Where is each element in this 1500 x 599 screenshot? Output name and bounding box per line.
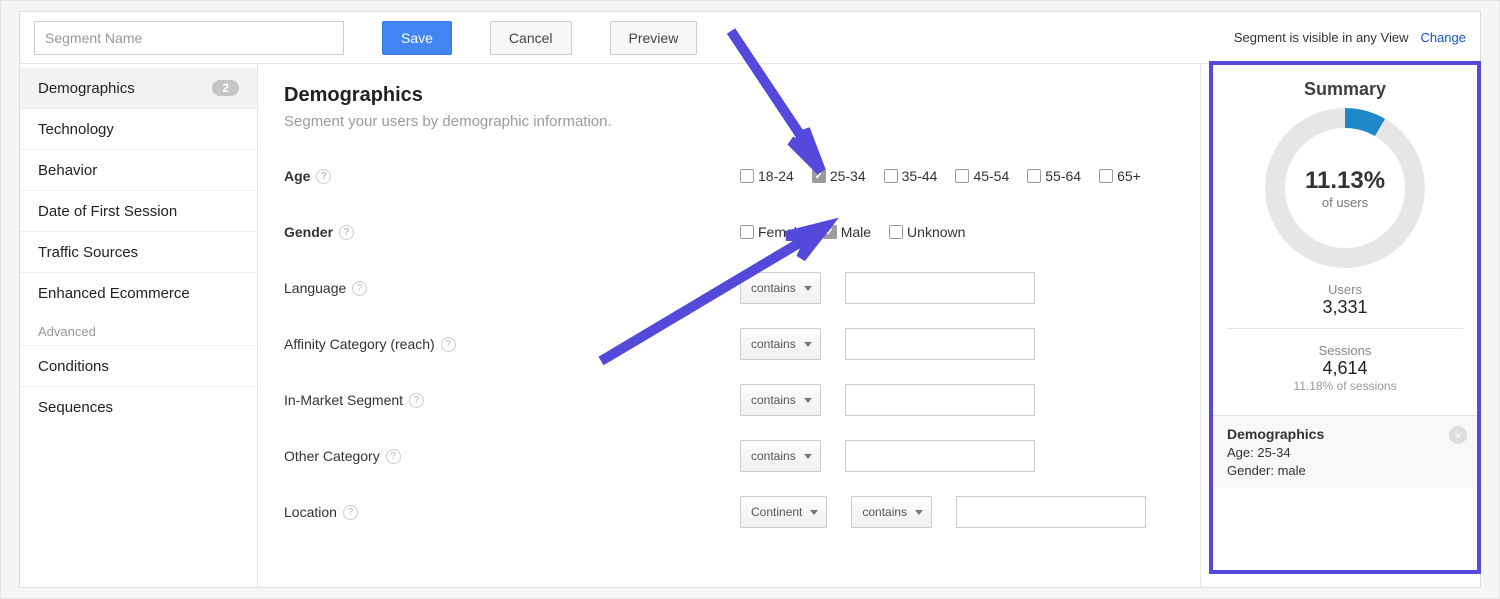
affinity-label: Affinity Category (reach) ?	[284, 336, 484, 352]
chevron-down-icon	[804, 342, 812, 347]
age-65-plus[interactable]: 65+	[1099, 168, 1141, 184]
row-affinity: Affinity Category (reach) ? contains	[284, 322, 1200, 366]
sidebar-group-advanced: Advanced	[20, 314, 257, 346]
segment-name-input[interactable]	[34, 21, 344, 55]
other-label: Other Category ?	[284, 448, 484, 464]
chevron-down-icon	[804, 454, 812, 459]
summary-sessions: Sessions 4,614 11.18% of sessions	[1227, 343, 1463, 393]
sidebar-item-label: Traffic Sources	[38, 244, 138, 261]
sidebar-item-label: Behavior	[38, 162, 97, 179]
preview-button[interactable]: Preview	[610, 21, 698, 55]
help-icon[interactable]: ?	[409, 393, 424, 408]
summary-percent-sub: of users	[1322, 195, 1368, 210]
gender-options: Female ✓Male Unknown	[740, 224, 965, 240]
remove-filter-icon[interactable]: ×	[1449, 426, 1467, 444]
save-button[interactable]: Save	[382, 21, 452, 55]
language-operator-dropdown[interactable]: contains	[740, 272, 821, 304]
age-label: Age ?	[284, 168, 484, 184]
chevron-down-icon	[804, 398, 812, 403]
section-title: Demographics	[284, 84, 1200, 107]
sidebar-item-first-session[interactable]: Date of First Session	[20, 191, 257, 232]
sidebar-item-demographics[interactable]: Demographics 2	[20, 68, 257, 109]
change-visibility-link[interactable]: Change	[1420, 30, 1466, 45]
sidebar-item-label: Sequences	[38, 399, 113, 416]
main-panel: Demographics Segment your users by demog…	[258, 64, 1200, 587]
help-icon[interactable]: ?	[339, 225, 354, 240]
age-18-24[interactable]: 18-24	[740, 168, 794, 184]
other-value-input[interactable]	[845, 440, 1035, 472]
age-45-54[interactable]: 45-54	[955, 168, 1009, 184]
sidebar-item-behavior[interactable]: Behavior	[20, 150, 257, 191]
sidebar-item-technology[interactable]: Technology	[20, 109, 257, 150]
sidebar-badge: 2	[212, 80, 239, 96]
sidebar-item-conditions[interactable]: Conditions	[20, 346, 257, 387]
section-subtitle: Segment your users by demographic inform…	[284, 113, 1200, 130]
row-age: Age ? 18-24 ✓25-34 35-44 45-54 55-64 65+	[284, 154, 1200, 198]
gender-female[interactable]: Female	[740, 224, 805, 240]
affinity-value-input[interactable]	[845, 328, 1035, 360]
location-type-dropdown[interactable]: Continent	[740, 496, 827, 528]
summary-percent: 11.13%	[1305, 167, 1385, 195]
summary-filter-demographics: × Demographics Age: 25-34 Gender: male	[1213, 415, 1477, 488]
sidebar-item-label: Enhanced Ecommerce	[38, 285, 190, 302]
filter-gender-line: Gender: male	[1227, 463, 1463, 478]
gender-male[interactable]: ✓Male	[823, 224, 871, 240]
row-location: Location ? Continent contains	[284, 490, 1200, 534]
sidebar-item-sequences[interactable]: Sequences	[20, 387, 257, 428]
row-other: Other Category ? contains	[284, 434, 1200, 478]
inmarket-label: In-Market Segment ?	[284, 392, 484, 408]
gender-unknown[interactable]: Unknown	[889, 224, 965, 240]
sidebar: Demographics 2 Technology Behavior Date …	[20, 64, 258, 587]
help-icon[interactable]: ?	[316, 169, 331, 184]
sidebar-item-label: Date of First Session	[38, 203, 177, 220]
sidebar-item-enhanced-ecommerce[interactable]: Enhanced Ecommerce	[20, 273, 257, 314]
other-operator-dropdown[interactable]: contains	[740, 440, 821, 472]
help-icon[interactable]: ?	[352, 281, 367, 296]
chevron-down-icon	[804, 286, 812, 291]
sidebar-item-traffic-sources[interactable]: Traffic Sources	[20, 232, 257, 273]
language-label: Language ?	[284, 280, 484, 296]
location-operator-dropdown[interactable]: contains	[851, 496, 932, 528]
visibility-label: Segment is visible in any View	[1234, 30, 1409, 45]
chevron-down-icon	[810, 510, 818, 515]
sidebar-item-label: Demographics	[38, 80, 135, 97]
inmarket-value-input[interactable]	[845, 384, 1035, 416]
row-language: Language ? contains	[284, 266, 1200, 310]
summary-donut-chart: 11.13% of users	[1265, 108, 1425, 268]
location-label: Location ?	[284, 504, 484, 520]
age-55-64[interactable]: 55-64	[1027, 168, 1081, 184]
location-value-input[interactable]	[956, 496, 1146, 528]
filter-age-line: Age: 25-34	[1227, 445, 1463, 460]
chevron-down-icon	[915, 510, 923, 515]
row-inmarket: In-Market Segment ? contains	[284, 378, 1200, 422]
sidebar-item-label: Conditions	[38, 358, 109, 375]
toolbar: Save Cancel Preview Segment is visible i…	[20, 12, 1480, 64]
gender-label: Gender ?	[284, 224, 484, 240]
help-icon[interactable]: ?	[441, 337, 456, 352]
affinity-operator-dropdown[interactable]: contains	[740, 328, 821, 360]
age-35-44[interactable]: 35-44	[884, 168, 938, 184]
filter-head: Demographics	[1227, 426, 1463, 442]
inmarket-operator-dropdown[interactable]: contains	[740, 384, 821, 416]
help-icon[interactable]: ?	[343, 505, 358, 520]
summary-users: Users 3,331	[1227, 282, 1463, 318]
sidebar-item-label: Technology	[38, 121, 114, 138]
age-options: 18-24 ✓25-34 35-44 45-54 55-64 65+	[740, 168, 1141, 184]
row-gender: Gender ? Female ✓Male Unknown	[284, 210, 1200, 254]
cancel-button[interactable]: Cancel	[490, 21, 572, 55]
help-icon[interactable]: ?	[386, 449, 401, 464]
age-25-34[interactable]: ✓25-34	[812, 168, 866, 184]
app-frame: Save Cancel Preview Segment is visible i…	[0, 0, 1500, 599]
summary-panel: Summary 11.13% of users Users 3,331 Sess…	[1209, 61, 1481, 574]
summary-title: Summary	[1227, 79, 1463, 100]
language-value-input[interactable]	[845, 272, 1035, 304]
